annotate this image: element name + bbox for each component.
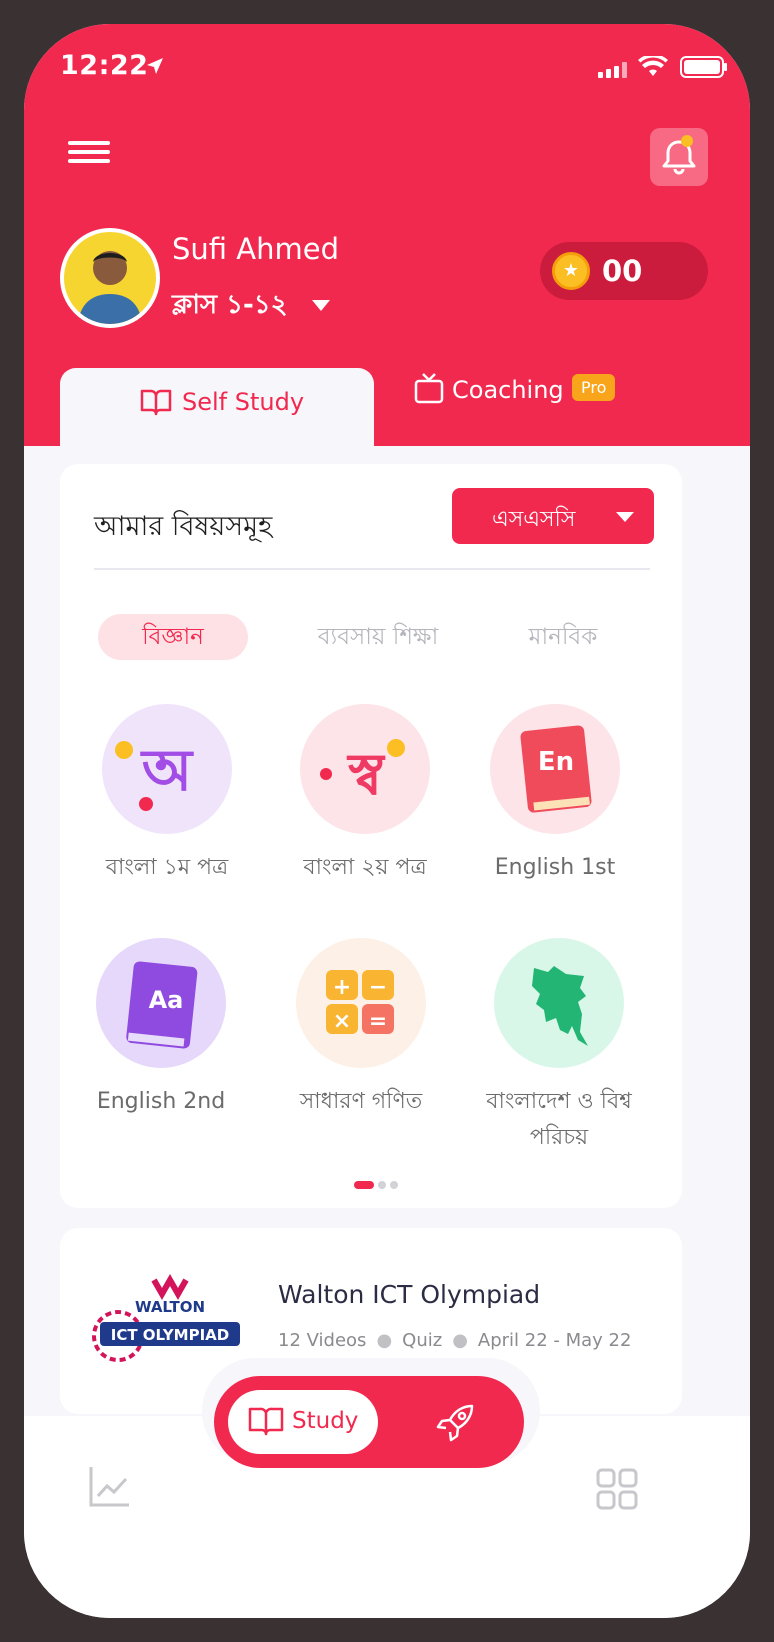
bangladesh-map-icon xyxy=(494,938,624,1068)
logo-text-ict-olympiad: ICT OLYMPIAD xyxy=(111,1326,229,1344)
caret-down-icon xyxy=(616,512,634,522)
promo-meta: 12 Videos ● Quiz ● April 22 - May 22 xyxy=(278,1330,632,1351)
header: 12:22 Sufi Ahmed ক্লাস ১-১২ ★ 00 Self St… xyxy=(24,24,750,446)
card-title: আমার বিষয়সমূহ xyxy=(94,511,273,542)
subject-item[interactable]: En English 1st xyxy=(460,704,650,914)
svg-text:=: = xyxy=(369,1009,387,1034)
study-nav-label: Study xyxy=(292,1408,359,1434)
tab-self-study-label: Self Study xyxy=(182,388,305,416)
subject-name: সাধারণ গণিত xyxy=(299,1089,423,1114)
person-avatar-icon xyxy=(78,251,142,324)
divider xyxy=(94,568,650,570)
pro-badge: Pro xyxy=(572,374,616,401)
group-tab-science[interactable]: বিজ্ঞান xyxy=(98,614,248,660)
bangla-letter-icon: স্ব xyxy=(300,704,430,834)
status-time: 12:22 xyxy=(60,50,149,81)
svg-text:+: + xyxy=(333,975,351,1000)
book-aa-icon: Aa xyxy=(96,938,226,1068)
subject-name: বাংলা ২য় পত্র xyxy=(303,855,427,880)
svg-text:স্ব: স্ব xyxy=(346,740,385,808)
caret-down-icon[interactable] xyxy=(312,300,330,311)
open-book-icon xyxy=(140,389,172,416)
subject-name: বাংলা ১ম পত্র xyxy=(105,855,229,880)
svg-text:En: En xyxy=(538,747,574,777)
svg-text:−: − xyxy=(369,975,387,1000)
page-dot[interactable] xyxy=(390,1180,398,1189)
main-nav-pill: Study xyxy=(214,1376,524,1468)
bell-icon xyxy=(662,135,696,175)
bangla-letter-icon: অ xyxy=(102,704,232,834)
coin-icon: ★ xyxy=(552,252,590,290)
study-nav-button[interactable]: Study xyxy=(228,1390,378,1454)
group-tab-business[interactable]: ব্যবসায় শিক্ষা xyxy=(298,614,458,660)
coin-balance[interactable]: ★ 00 xyxy=(540,242,708,300)
exam-dropdown[interactable]: এসএসসি xyxy=(452,488,654,544)
subject-item[interactable]: অ বাংলা ১ম পত্র xyxy=(72,704,262,914)
coin-count: 00 xyxy=(602,254,643,288)
cellular-signal-icon xyxy=(598,62,627,78)
user-avatar[interactable] xyxy=(60,228,160,328)
tab-coaching-label: Coaching xyxy=(452,376,564,404)
notification-button[interactable] xyxy=(650,128,708,186)
tab-self-study[interactable]: Self Study xyxy=(60,368,374,446)
calculator-icon: + − × = xyxy=(296,938,426,1068)
group-tab-humanities[interactable]: মানবিক xyxy=(508,614,618,660)
page-dot-active[interactable] xyxy=(354,1180,374,1189)
promo-quiz: Quiz xyxy=(402,1330,443,1351)
subject-item[interactable]: + − × = সাধারণ গণিত xyxy=(266,938,456,1148)
subject-name: English 1st xyxy=(494,855,616,880)
logo-text-walton: WALTON xyxy=(135,1298,205,1316)
class-selector[interactable]: ক্লাস ১-১২ xyxy=(172,284,288,328)
pagination-dots xyxy=(354,1174,402,1193)
phone-screen: 12:22 Sufi Ahmed ক্লাস ১-১২ ★ 00 Self St… xyxy=(24,24,750,1618)
book-en-icon: En xyxy=(490,704,620,834)
wifi-icon xyxy=(638,56,668,76)
promo-videos: 12 Videos xyxy=(278,1330,367,1351)
subjects-card: আমার বিষয়সমূহ এসএসসি বিজ্ঞান ব্যবসায় শ… xyxy=(60,464,682,1208)
rocket-icon[interactable] xyxy=(436,1402,476,1442)
subject-item[interactable]: স্ব বাংলা ২য় পত্র xyxy=(270,704,460,914)
grid-apps-icon[interactable] xyxy=(596,1468,638,1510)
promo-title: Walton ICT Olympiad xyxy=(278,1280,541,1309)
location-arrow-icon xyxy=(147,58,163,74)
walton-ict-olympiad-logo: WALTON ICT OLYMPIAD xyxy=(90,1272,250,1372)
subject-name: বাংলাদেশ ও বিশ্ব পরিচয় xyxy=(486,1089,632,1150)
tv-icon xyxy=(414,373,444,404)
hamburger-menu-icon[interactable] xyxy=(68,136,110,172)
subject-item[interactable]: Aa English 2nd xyxy=(66,938,256,1148)
svg-text:×: × xyxy=(333,1009,351,1034)
battery-icon xyxy=(680,56,727,78)
chart-line-icon[interactable] xyxy=(88,1464,132,1508)
exam-dropdown-label: এসএসসি xyxy=(492,507,576,532)
svg-text:Aa: Aa xyxy=(149,986,184,1014)
subject-item[interactable]: বাংলাদেশ ও বিশ্ব পরিচয় xyxy=(464,938,654,1150)
user-name: Sufi Ahmed xyxy=(172,232,339,266)
open-book-icon xyxy=(248,1407,284,1436)
svg-text:অ: অ xyxy=(140,736,194,804)
subject-name: English 2nd xyxy=(96,1089,226,1114)
promo-dates: April 22 - May 22 xyxy=(477,1330,632,1351)
page-dot[interactable] xyxy=(378,1180,386,1189)
